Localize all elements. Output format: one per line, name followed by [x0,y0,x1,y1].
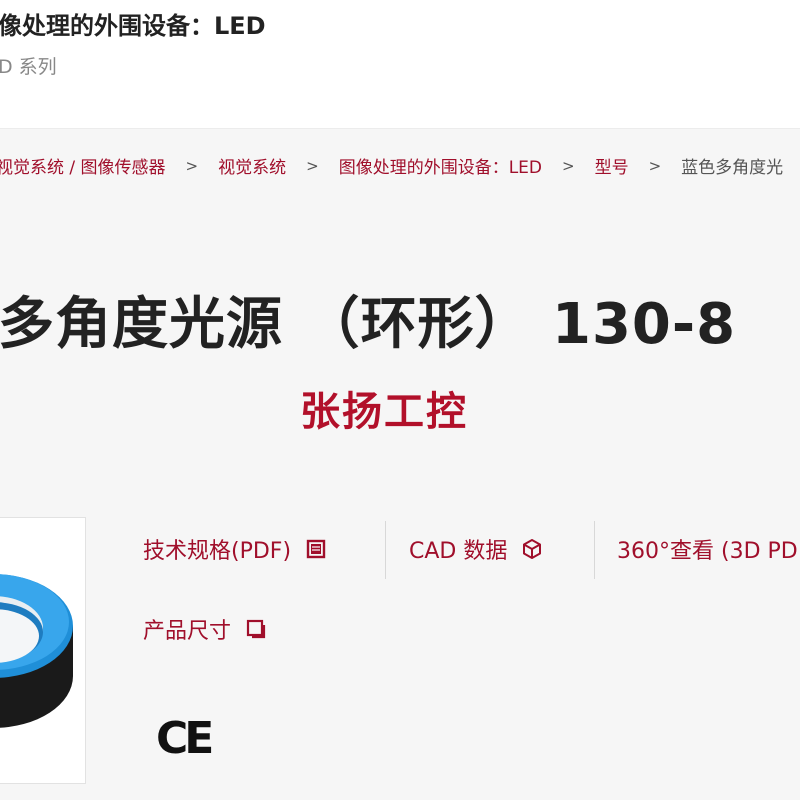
ring-light-image [0,574,73,728]
ce-certification-mark: CE [156,713,214,764]
breadcrumb-separator: > [185,156,199,175]
breadcrumb-models[interactable]: 型号 [595,153,629,178]
breadcrumb: 视觉系统 / 图像传感器 > 视觉系统 > 图像处理的外围设备：LED > 型号… [0,153,784,179]
main-content: 视觉系统 / 图像传感器 > 视觉系统 > 图像处理的外围设备：LED > 型号… [0,129,800,800]
cad-data-link[interactable]: CAD 数据 [409,533,543,565]
tech-specs-label: 技术规格(PDF) [143,539,292,564]
breadcrumb-current: 蓝色多角度光 [681,158,784,178]
tech-specs-pdf-link[interactable]: 技术规格(PDF) [143,533,327,565]
breadcrumb-separator: > [562,156,575,175]
product-dimensions-link[interactable]: 产品尺寸 [143,613,267,645]
header-title: 像处理的外围设备：LED [0,12,266,40]
breadcrumb-separator: > [648,156,662,175]
product-image[interactable] [0,517,86,784]
link-divider [385,521,386,579]
view-360-label: 360°查看 (3D PD [617,539,798,564]
document-list-icon [305,538,327,560]
link-divider [594,521,595,579]
watermark-text: 张扬工控 [300,389,468,435]
cube-icon [521,538,543,560]
breadcrumb-vision-sensors[interactable]: 视觉系统 / 图像传感器 [0,153,166,178]
breadcrumb-vision-systems[interactable]: 视觉系统 [218,153,286,178]
breadcrumb-separator: > [306,156,319,175]
breadcrumb-led-peripherals[interactable]: 图像处理的外围设备：LED [339,153,542,178]
product-dimensions-label: 产品尺寸 [143,619,232,644]
dimensions-icon [245,618,267,640]
cad-data-label: CAD 数据 [409,539,508,564]
header-subtitle: D 系列 [0,56,57,78]
product-page: 像处理的外围设备：LED D 系列 视觉系统 / 图像传感器 > 视觉系统 > … [0,0,800,800]
view-360-link[interactable]: 360°查看 (3D PD [617,533,798,565]
page-header: 像处理的外围设备：LED D 系列 [0,0,800,129]
product-title: 多角度光源 （环形） 130-8 [0,292,737,357]
